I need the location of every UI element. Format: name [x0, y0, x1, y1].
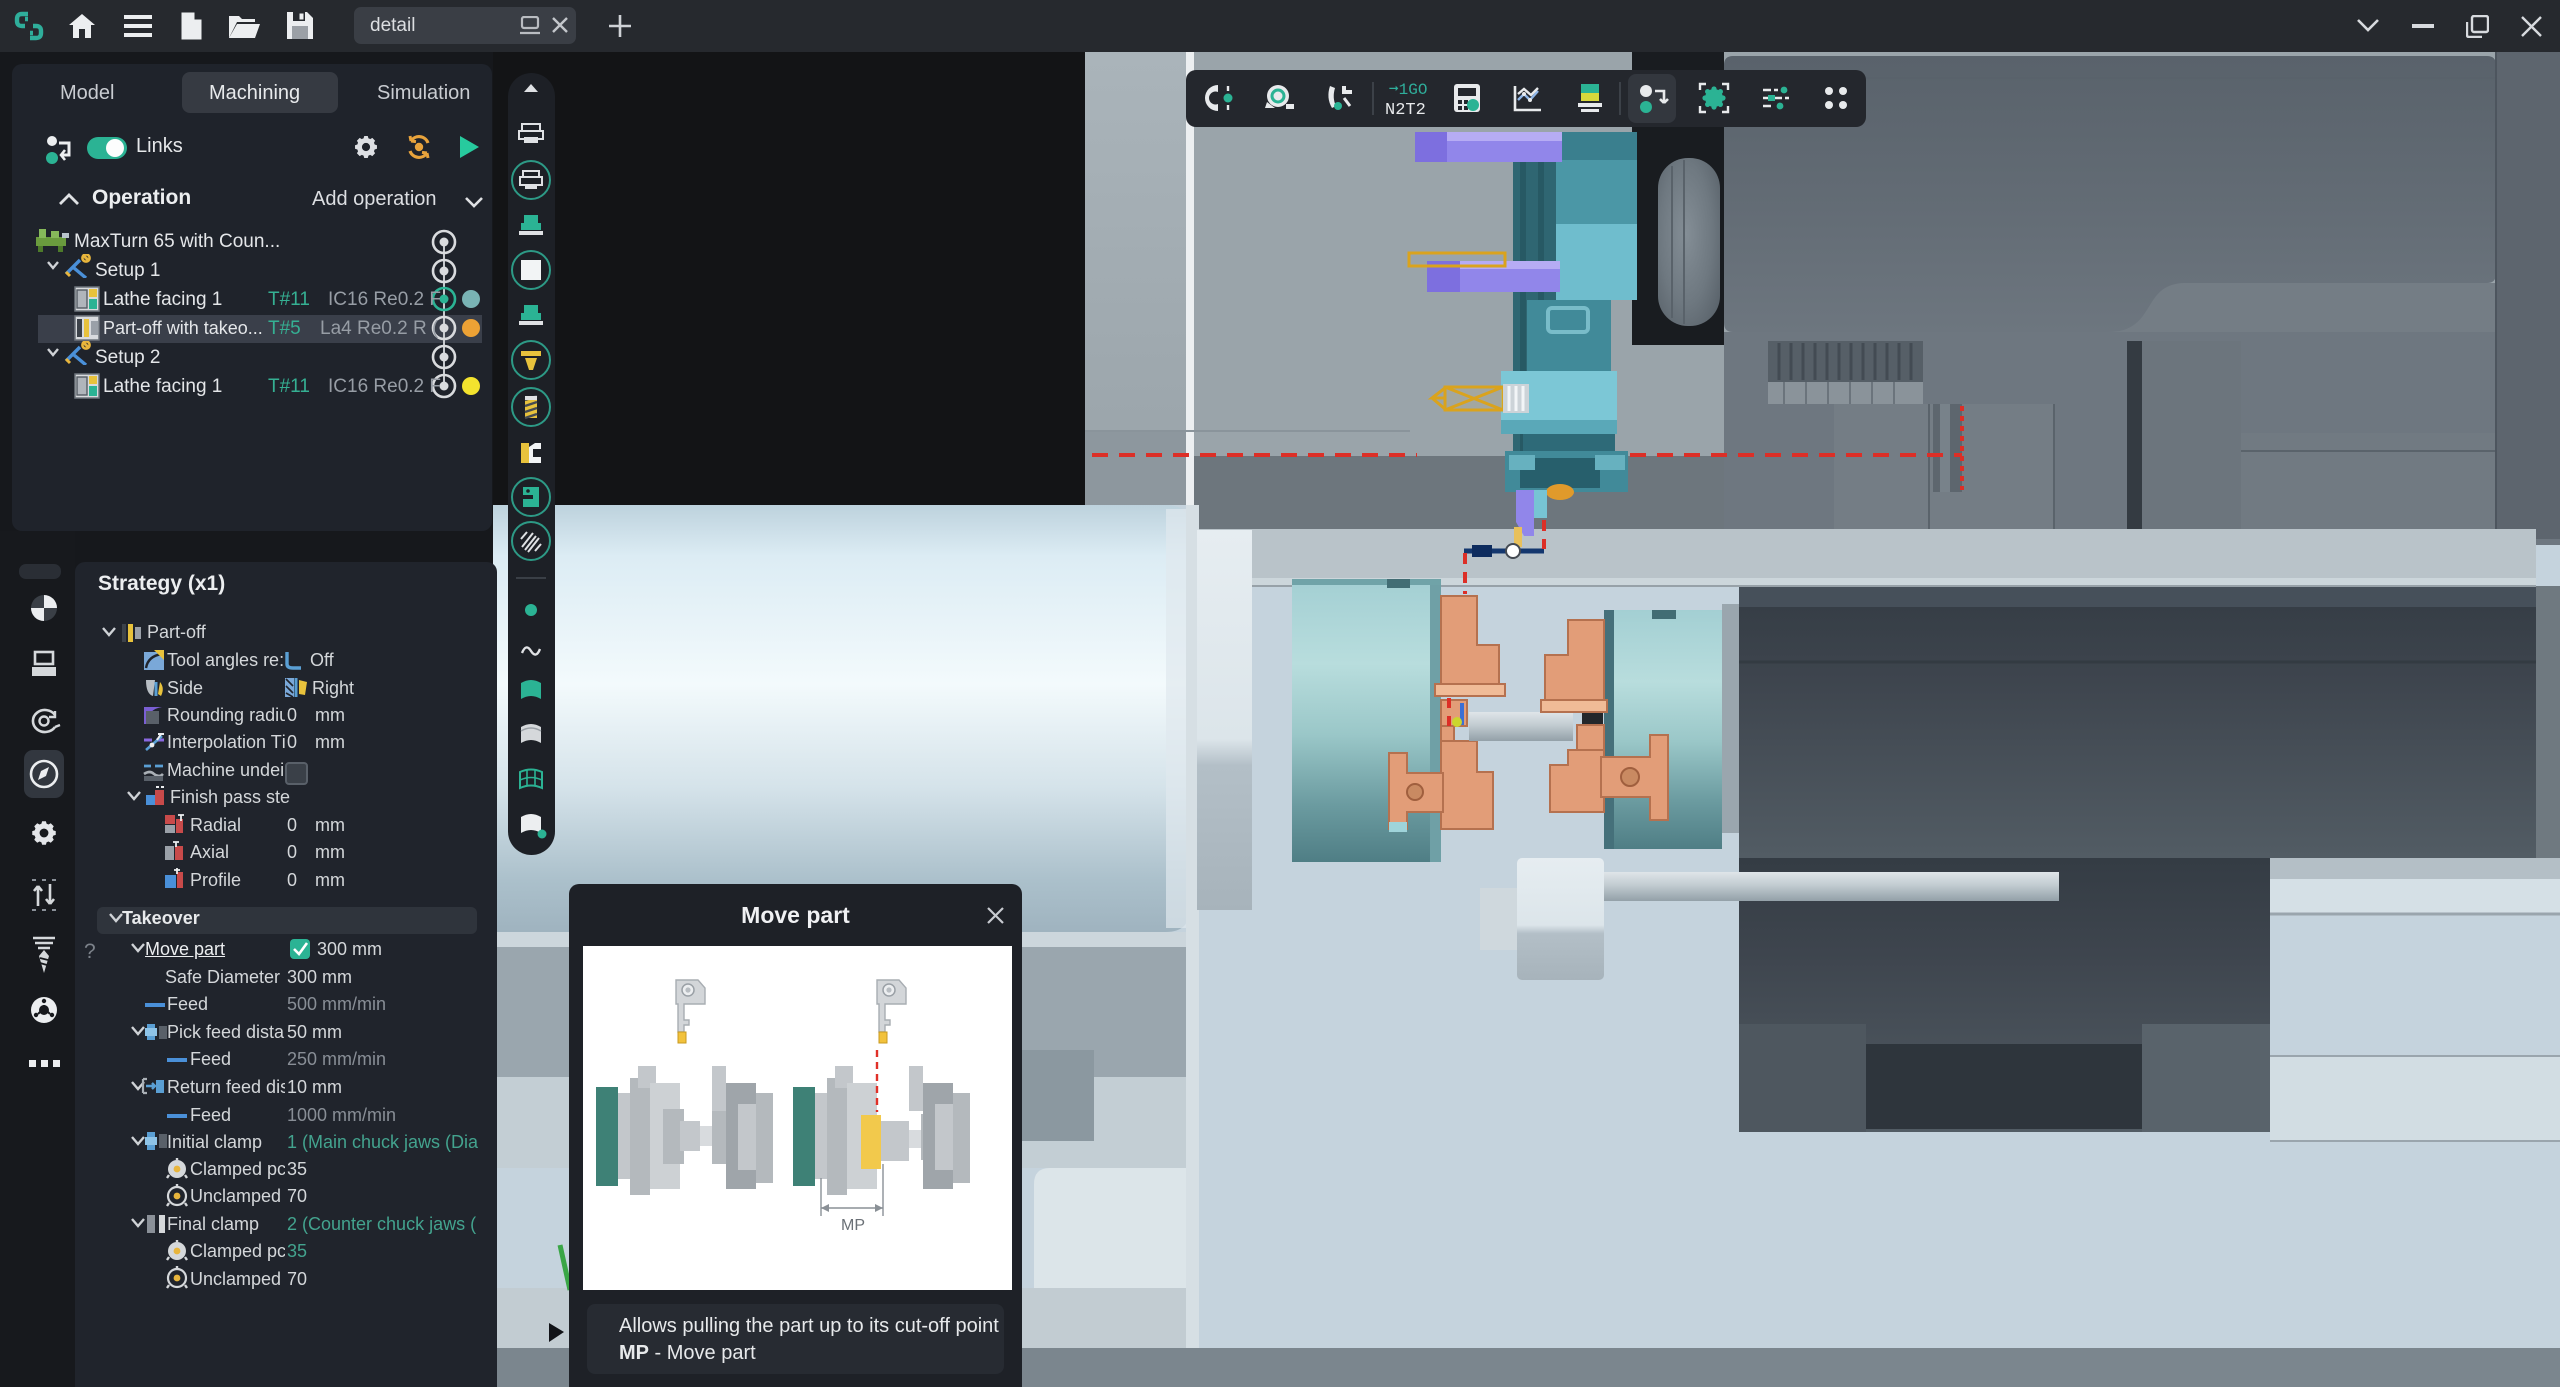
svg-text:MP: MP: [841, 1217, 865, 1234]
svg-text:➞1GO: ➞1GO: [1389, 81, 1427, 99]
svg-text:N2T2: N2T2: [1385, 101, 1426, 120]
